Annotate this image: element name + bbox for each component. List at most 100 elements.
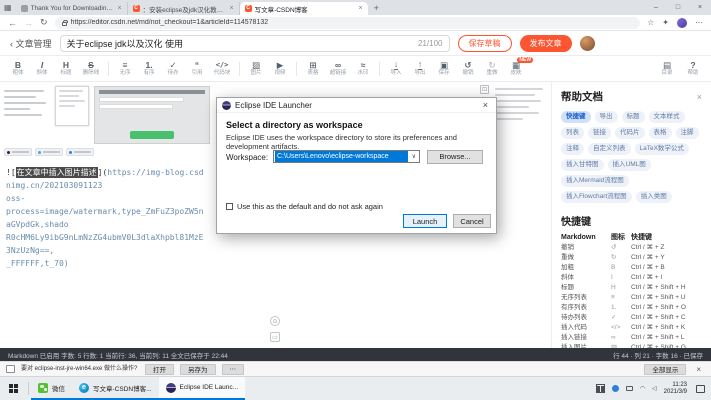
markdown-source-pane[interactable]: ![在文章中插入图片描述](https://img-blog.csdnimg.c… <box>0 82 212 348</box>
battery-icon[interactable] <box>626 386 633 391</box>
insert-table-button[interactable]: ⊞表格 <box>305 61 321 77</box>
help-tag[interactable]: 文本样式 <box>649 111 685 123</box>
layout-toggle-icon[interactable]: ▭ <box>270 332 280 342</box>
window-maximize-button[interactable]: □ <box>667 0 689 14</box>
taskbar-app-eclipse[interactable]: Eclipse IDE Launc... <box>159 377 246 400</box>
volume-icon[interactable]: ◁ <box>652 385 657 392</box>
quote-button[interactable]: “引用 <box>189 61 205 77</box>
taskbar-clock[interactable]: 11:23 2021/3/9 <box>664 382 687 396</box>
action-center-icon[interactable] <box>696 385 705 393</box>
taskbar-app-edge[interactable]: e 写文章-CSDN博客... <box>72 377 159 400</box>
unordered-list-button[interactable]: ≡无序 <box>117 61 133 77</box>
browser-profile-avatar[interactable] <box>677 18 687 28</box>
editor-floating-tools: ⊙ ▭ <box>270 316 280 342</box>
article-title-input[interactable]: 关于eclipse jdk以及汉化 使用 21/100 <box>60 35 450 52</box>
user-avatar[interactable] <box>580 36 595 51</box>
tab-close-icon[interactable]: × <box>358 5 362 12</box>
start-button[interactable] <box>0 377 26 400</box>
download-save-as-button[interactable]: 另存为 <box>180 364 216 375</box>
redo-button[interactable]: ↻重做 <box>484 61 500 77</box>
help-button[interactable]: ?帮助 <box>685 61 701 77</box>
browser-menu-icon[interactable]: ⋯ <box>695 18 703 27</box>
forward-icon[interactable]: → <box>24 18 33 28</box>
markdown-source-text[interactable]: ![在文章中插入图片描述](https://img-blog.csdnimg.c… <box>0 158 212 270</box>
sync-scroll-icon[interactable]: ⊙ <box>270 316 280 326</box>
taskbar-app-wechat[interactable]: 微信 <box>31 377 72 400</box>
code-block-button[interactable]: </>代码块 <box>213 61 231 77</box>
browser-tab-2[interactable]: C ：安装eclipse及jdk汉化教程-CSDN × <box>128 2 240 15</box>
help-tag[interactable]: 插入甘特图 <box>561 159 604 171</box>
help-tag[interactable]: 注释 <box>561 143 584 155</box>
network-icon[interactable]: ◠ <box>640 385 645 392</box>
heading-button[interactable]: H标题 <box>58 61 74 77</box>
export-button[interactable]: ↑导出 <box>412 60 428 78</box>
help-tag[interactable]: LaTeX数学公式 <box>635 143 689 155</box>
eclipse-dialog-icon <box>222 101 231 110</box>
italic-button[interactable]: I斜体 <box>34 61 50 77</box>
tab-close-icon[interactable]: × <box>117 5 121 12</box>
bold-button[interactable]: B粗体 <box>10 61 26 77</box>
help-tag[interactable]: 自定义列表 <box>588 143 631 155</box>
collections-icon[interactable]: ✦ <box>662 18 669 27</box>
help-tag[interactable]: 插入Flowchart流程图 <box>561 191 632 203</box>
theme-skin-button[interactable]: ▦皮肤NEW <box>508 61 524 77</box>
help-tag[interactable]: 插入UML图 <box>608 159 651 171</box>
tray-app-icon[interactable] <box>612 385 619 392</box>
help-tag[interactable]: 导出 <box>595 111 618 123</box>
shortcut-row-icon: ↺ <box>611 243 631 253</box>
todo-list-button[interactable]: ✓待办 <box>165 61 181 77</box>
sidebar-close-icon[interactable]: × <box>697 92 702 102</box>
reload-icon[interactable]: ↻ <box>40 17 48 28</box>
browser-tab-3-active[interactable]: C 写文章-CSDN博客 × <box>240 2 368 15</box>
insert-video-button[interactable]: ▶视频 <box>272 61 288 77</box>
browse-button[interactable]: Browse... <box>427 150 483 164</box>
ordered-list-button[interactable]: 1.有序 <box>141 61 157 77</box>
help-tag[interactable]: 标题 <box>622 111 645 123</box>
help-tag[interactable]: 链接 <box>588 127 611 139</box>
embedded-image-thumbnail-small <box>55 86 89 126</box>
help-tag[interactable]: 插入类图 <box>636 191 672 203</box>
window-minimize-button[interactable]: – <box>645 0 667 14</box>
workspace-combobox[interactable]: C:\Users\Lenovo\eclipse-workspace ∨ <box>273 150 420 163</box>
insert-image-button[interactable]: ▨图片 <box>248 61 264 77</box>
help-tag[interactable]: 列表 <box>561 127 584 139</box>
checkbox[interactable] <box>226 203 233 210</box>
download-bar-close-icon[interactable]: × <box>696 365 701 374</box>
outline-toc-button[interactable]: ▤目录 <box>659 61 675 77</box>
article-manage-link[interactable]: ‹ 文章管理 <box>10 37 52 50</box>
import-button[interactable]: ↓导入 <box>388 60 404 78</box>
tab-close-icon[interactable]: × <box>229 5 233 12</box>
download-open-button[interactable]: 打开 <box>145 364 174 375</box>
cancel-button[interactable]: Cancel <box>453 214 491 228</box>
save-draft-button[interactable]: 保存草稿 <box>458 35 512 52</box>
back-icon[interactable]: ← <box>8 18 17 28</box>
strikethrough-button[interactable]: S删除线 <box>82 61 100 77</box>
input-method-icon[interactable] <box>596 384 605 393</box>
insert-link-button[interactable]: ∞超链接 <box>329 61 347 77</box>
publish-article-button[interactable]: 发布文章 <box>520 35 572 52</box>
launch-button[interactable]: Launch <box>403 214 447 228</box>
download-show-all-button[interactable]: 全部显示 <box>644 364 686 375</box>
download-more-button[interactable]: ⋯ <box>222 364 245 375</box>
save-button[interactable]: ▣保存 <box>436 61 452 77</box>
window-close-button[interactable]: × <box>689 0 711 14</box>
toolbar-separator <box>239 62 240 76</box>
default-workspace-checkbox-row[interactable]: Use this as the default and do not ask a… <box>226 202 383 211</box>
combobox-dropdown-icon[interactable]: ∨ <box>409 153 419 160</box>
help-tag[interactable]: 代码片 <box>615 127 645 139</box>
tab-search-icon[interactable]: ▦ <box>4 3 12 12</box>
favorite-star-icon[interactable]: ☆ <box>647 18 654 27</box>
browser-tab-1[interactable]: Thank You for Downloading Ecli × <box>16 2 128 15</box>
watermark-button[interactable]: ≈水印 <box>355 61 371 77</box>
help-tag-shortcuts[interactable]: 快捷键 <box>561 111 591 123</box>
help-tag[interactable]: 插入Mermaid流程图 <box>561 175 629 187</box>
help-tag[interactable]: 表格 <box>649 127 672 139</box>
windows-logo-icon <box>9 384 18 393</box>
url-input[interactable]: https://editor.csdn.net/md/not_checkout=… <box>55 17 641 29</box>
help-tag[interactable]: 注脚 <box>676 127 699 139</box>
dialog-title-bar[interactable]: Eclipse IDE Launcher × <box>217 98 496 113</box>
new-tab-button[interactable]: + <box>374 3 379 13</box>
collapse-panel-icon[interactable]: ⊡ <box>480 85 489 94</box>
undo-button[interactable]: ↺撤销 <box>460 61 476 77</box>
dialog-close-icon[interactable]: × <box>480 100 491 110</box>
